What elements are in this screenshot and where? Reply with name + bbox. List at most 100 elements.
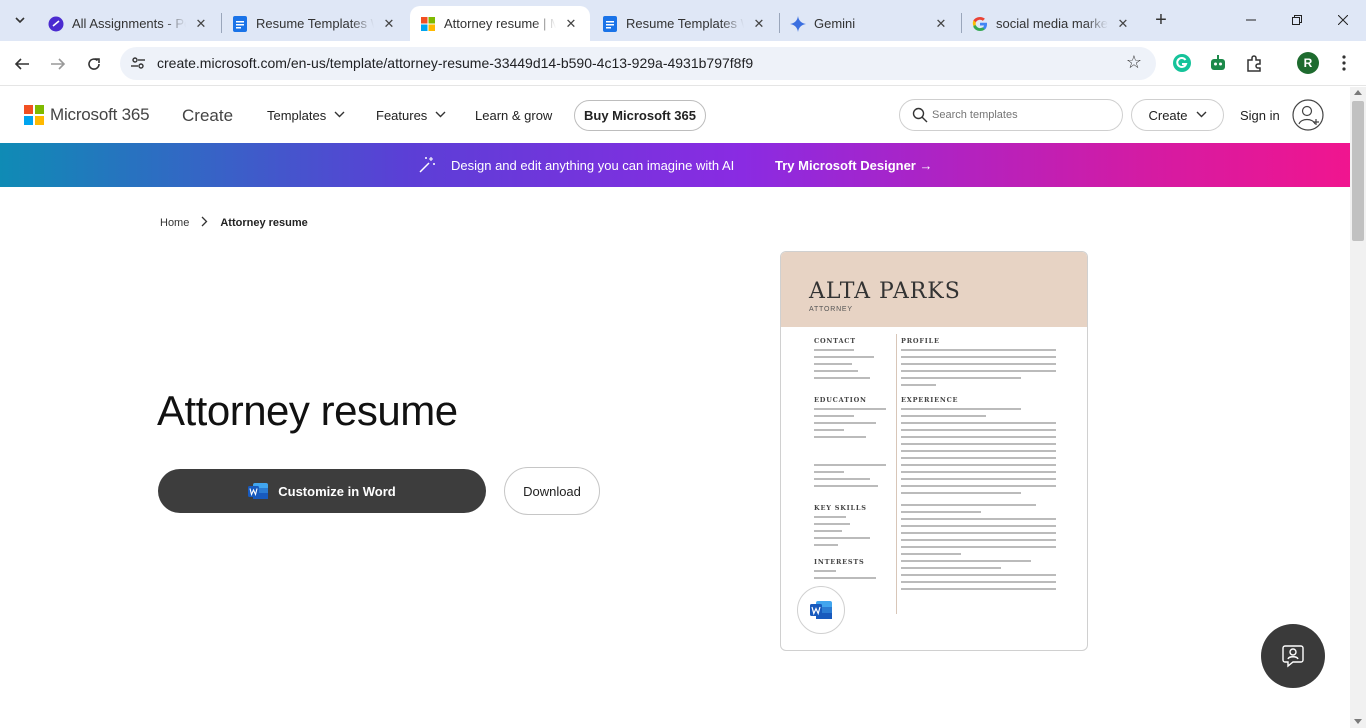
promo-banner: Design and edit anything you can imagine… [0,143,1350,187]
download-button[interactable]: Download [504,467,600,515]
resume-text-lines [814,570,876,584]
banner-message: Design and edit anything you can imagine… [451,158,735,173]
search-icon [912,107,928,123]
menu-icon[interactable] [1333,52,1355,74]
browser-tab[interactable]: All Assignments - Pep ✕ [38,6,220,41]
breadcrumb-home[interactable]: Home [160,217,189,229]
url-text: create.microsoft.com/en-us/template/atto… [157,55,754,71]
microsoft-365-logo[interactable]: Microsoft 365 [24,105,150,125]
resume-text-lines [814,349,874,384]
breadcrumb: Home Attorney resume [160,216,308,230]
site-header: Microsoft 365 Create Templates Features … [0,87,1350,143]
forward-button[interactable] [45,51,71,77]
search-templates-box[interactable] [899,99,1123,131]
tab-title: Gemini [814,16,856,31]
nav-learn-label: Learn & grow [475,108,553,123]
buy-microsoft-365-button[interactable]: Buy Microsoft 365 [574,100,706,131]
close-icon[interactable]: ✕ [562,15,580,33]
resume-section-interests: INTERESTS [814,558,865,566]
gemini-icon [790,15,806,32]
sign-in-link[interactable]: Sign in [1240,108,1280,123]
address-bar[interactable]: create.microsoft.com/en-us/template/atto… [120,47,1156,80]
nav-learn-grow[interactable]: Learn & grow [475,108,552,123]
browser-tab[interactable]: social media marketi ✕ [962,6,1142,41]
chat-assistant-button[interactable] [1261,624,1325,688]
new-tab-button[interactable]: + [1150,9,1172,31]
close-window-button[interactable] [1320,8,1366,32]
open-in-word-badge[interactable] [797,586,845,634]
site-settings-icon[interactable] [130,55,146,71]
extensions-puzzle-icon[interactable] [1243,52,1265,74]
resume-role: ATTORNEY [809,306,853,313]
word-icon [248,482,269,500]
tab-title: Attorney resume | Mi [444,16,556,31]
template-preview[interactable]: ALTA PARKS ATTORNEY CONTACT PROFILE EDUC… [780,251,1088,651]
restore-button[interactable] [1274,8,1320,32]
docs-icon [602,15,618,32]
chevron-down-icon [334,110,345,121]
brand-name: Microsoft 365 [50,105,150,124]
scroll-down-arrow-icon[interactable] [1354,719,1362,724]
resume-text-lines [901,504,1056,595]
tab-search-icon[interactable] [8,8,32,32]
page-scrollbar[interactable] [1350,87,1366,728]
resume-section-education: EDUCATION [814,396,867,404]
search-input[interactable] [932,109,1112,121]
profile-avatar[interactable]: R [1297,52,1319,74]
resume-text-lines [814,464,886,492]
grammarly-icon[interactable] [1171,52,1193,74]
tab-title: Resume Templates W [256,16,374,31]
resume-section-contact: CONTACT [814,337,856,345]
reload-button[interactable] [81,51,107,77]
page-title: Attorney resume [157,387,458,434]
chevron-down-icon [1196,110,1207,121]
scrollbar-thumb[interactable] [1352,101,1364,241]
try-designer-link[interactable]: Try Microsoft Designer → [775,158,932,173]
create-site-title[interactable]: Create [182,106,233,126]
breadcrumb-current: Attorney resume [220,217,308,229]
word-icon [810,601,832,619]
create-dropdown-button[interactable]: Create [1131,99,1224,131]
resume-text-lines [901,349,1056,391]
user-account-icon[interactable] [1292,99,1324,131]
magic-wand-icon [418,156,436,174]
scroll-up-arrow-icon[interactable] [1354,90,1362,95]
close-icon[interactable]: ✕ [380,15,398,33]
bookmark-star-icon[interactable]: ☆ [1126,52,1142,73]
browser-tab[interactable]: Resume Templates W ✕ [592,6,778,41]
close-icon[interactable]: ✕ [192,15,210,33]
tab-title: social media marketi [996,16,1108,31]
create-button-label: Create [1148,107,1188,123]
nav-features[interactable]: Features [376,108,446,123]
browser-tab[interactable]: Resume Templates W ✕ [222,6,408,41]
pep-icon [48,16,64,32]
browser-tab-strip: All Assignments - Pep ✕ Resume Templates… [0,0,1366,41]
resume-name: ALTA PARKS [809,279,961,304]
close-icon[interactable]: ✕ [932,15,950,33]
chat-person-icon [1282,645,1304,668]
resume-text-lines [814,516,874,551]
nav-features-label: Features [376,108,428,123]
resume-text-lines [814,408,886,443]
resume-section-key-skills: KEY SKILLS [814,504,867,512]
tab-title: Resume Templates W [626,16,744,31]
resume-section-experience: EXPERIENCE [901,396,959,404]
microsoft-logo-icon [24,105,44,125]
extension-robot-icon[interactable] [1207,52,1229,74]
back-button[interactable] [9,51,35,77]
resume-column-divider [896,334,897,614]
minimize-button[interactable] [1228,8,1274,32]
microsoft-icon [420,16,436,32]
browser-toolbar: create.microsoft.com/en-us/template/atto… [0,41,1366,86]
close-icon[interactable]: ✕ [1114,15,1132,33]
customize-in-word-button[interactable]: Customize in Word [158,469,486,513]
nav-templates-label: Templates [267,108,327,123]
close-icon[interactable]: ✕ [750,15,768,33]
browser-tab[interactable]: Gemini ✕ [780,6,960,41]
nav-templates[interactable]: Templates [267,108,345,123]
browser-tab-active[interactable]: Attorney resume | Mi ✕ [410,6,590,41]
customize-label: Customize in Word [278,483,396,499]
chevron-right-icon [201,216,208,230]
resume-section-profile: PROFILE [901,337,940,345]
docs-icon [232,15,248,32]
